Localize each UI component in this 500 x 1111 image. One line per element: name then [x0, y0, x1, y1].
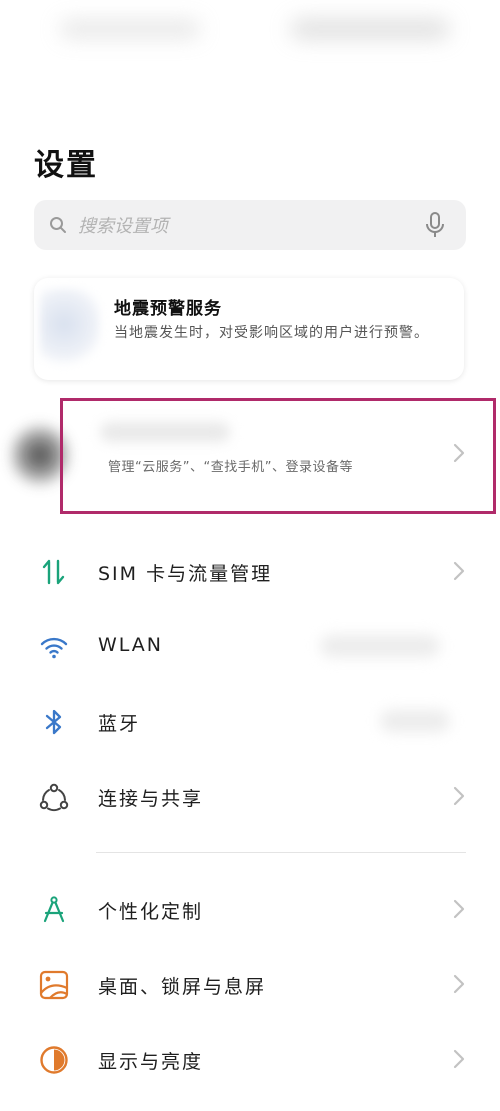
- bluetooth-icon: [45, 709, 62, 735]
- settings-item-label: WLAN: [98, 634, 164, 656]
- wlan-status-value: [320, 635, 440, 657]
- page-title: 设置: [34, 148, 98, 183]
- bluetooth-status-value: [380, 710, 450, 732]
- home-lock-screen-icon: [39, 970, 69, 1000]
- settings-item-label: 连接与共享: [98, 788, 204, 810]
- sim-data-icon: [42, 559, 65, 585]
- settings-item-wlan[interactable]: WLAN: [0, 617, 500, 677]
- connection-sharing-icon: [39, 783, 69, 812]
- settings-item-home-lock-screen[interactable]: 桌面、锁屏与息屏: [0, 955, 500, 1015]
- highlight-annotation: [60, 398, 496, 514]
- section-divider: [96, 852, 466, 853]
- search-input[interactable]: 搜索设置项: [78, 212, 424, 238]
- alert-card-description: 当地震发生时，对受影响区域的用户进行预警。: [114, 325, 429, 341]
- microphone-icon[interactable]: [424, 211, 446, 239]
- earthquake-alert-card[interactable]: 地震预警服务 当地震发生时，对受影响区域的用户进行预警。: [34, 278, 464, 380]
- settings-item-label: SIM 卡与流量管理: [98, 563, 273, 585]
- chevron-right-icon: [452, 560, 466, 582]
- settings-item-label: 桌面、锁屏与息屏: [98, 976, 267, 998]
- settings-item-personalization[interactable]: 个性化定制: [0, 880, 500, 940]
- settings-item-label: 显示与亮度: [98, 1051, 204, 1073]
- chevron-right-icon: [452, 1048, 466, 1070]
- personalization-icon: [43, 896, 65, 923]
- chevron-right-icon: [452, 785, 466, 807]
- settings-item-label: 个性化定制: [98, 901, 204, 923]
- status-bar: [60, 12, 460, 52]
- wifi-icon: [40, 637, 68, 659]
- settings-item-bluetooth[interactable]: 蓝牙: [0, 692, 500, 752]
- settings-item-label: 蓝牙: [98, 713, 141, 735]
- alert-card-image: [40, 288, 100, 368]
- search-icon: [50, 217, 66, 233]
- chevron-right-icon: [452, 898, 466, 920]
- settings-item-display-brightness[interactable]: 显示与亮度: [0, 1030, 500, 1090]
- search-bar[interactable]: 搜索设置项: [34, 200, 466, 250]
- chevron-right-icon: [452, 973, 466, 995]
- settings-item-sim[interactable]: SIM 卡与流量管理: [0, 542, 500, 602]
- display-brightness-icon: [40, 1046, 68, 1074]
- alert-card-title: 地震预警服务: [114, 299, 222, 319]
- settings-item-connection-sharing[interactable]: 连接与共享: [0, 767, 500, 827]
